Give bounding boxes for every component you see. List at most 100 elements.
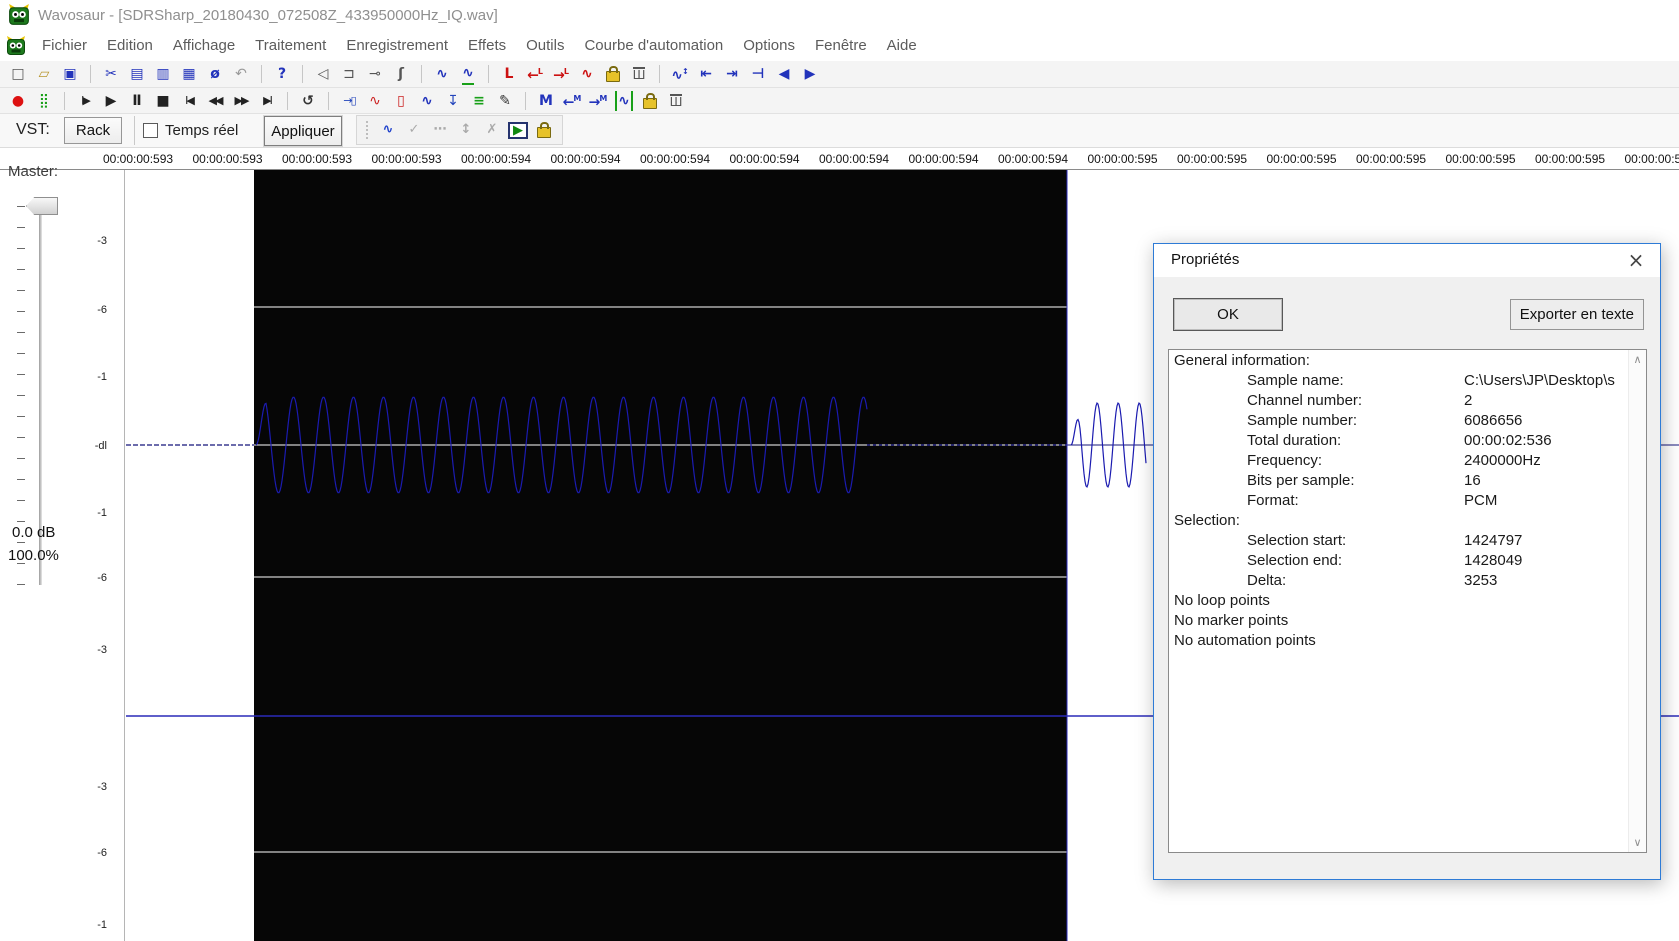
menu-bar: Fichier Edition Affichage Traitement Enregis… [0, 30, 1679, 61]
select-nudge-left-button[interactable]: ⇤ [694, 63, 718, 85]
automation-line-button[interactable]: ⋯ [430, 119, 450, 141]
toolbar-separator [302, 65, 303, 83]
cut-button[interactable]: ✂ [99, 63, 123, 85]
new-file-button[interactable]: □ [6, 63, 30, 85]
menu-item-enregistrement[interactable]: Enregistrement [336, 37, 458, 54]
automation-delete-button[interactable]: ✗ [482, 119, 502, 141]
pencil-edit-button[interactable]: ✎ [493, 90, 517, 112]
delete-markers-button[interactable]: Ш [664, 90, 688, 112]
menu-item-fichier[interactable]: Fichier [32, 37, 97, 54]
go-to-end-icon: ▶I [263, 93, 273, 107]
menu-item-affichage[interactable]: Affichage [163, 37, 245, 54]
master-db-value: 0.0 dB [12, 524, 56, 541]
dialog-title-bar[interactable]: Propriétés × [1154, 244, 1660, 277]
loop-wave-button[interactable]: ∿ [575, 63, 599, 85]
go-next-icon: ▶ [804, 66, 816, 82]
scroll-up-icon[interactable]: ∧ [1629, 351, 1646, 368]
menu-item-outils[interactable]: Outils [516, 37, 574, 54]
automation-apply-button[interactable]: ✓ [404, 119, 424, 141]
routing-a-button[interactable]: ⊐ [337, 63, 361, 85]
batch-list-button[interactable]: ≡ [467, 90, 491, 112]
marker-wave-button[interactable]: ∿ [612, 90, 636, 112]
paste-button[interactable]: ▥ [151, 63, 175, 85]
select-bounds-button[interactable]: ⊣ [746, 63, 770, 85]
lock-automation-button[interactable] [534, 119, 554, 141]
menu-item-traitement[interactable]: Traitement [245, 37, 336, 54]
paste-special-button[interactable]: ▦ [177, 63, 201, 85]
timeline-ruler[interactable]: 00:00:00:593 00:00:00:593 00:00:00:593 00:0… [0, 147, 1679, 170]
fit-wave-icon: ∿ [462, 63, 474, 85]
go-previous-button[interactable]: ◀ [772, 63, 796, 85]
monitor-speaker-button[interactable]: ◁ [311, 63, 335, 85]
automation-play-button[interactable]: ▶ [508, 119, 528, 141]
marker-right-button[interactable]: →M [586, 90, 610, 112]
paste-special-icon: ▦ [182, 66, 196, 82]
menu-item-options[interactable]: Options [733, 37, 805, 54]
lock-markers-button[interactable] [638, 90, 662, 112]
go-to-end-button[interactable]: ▶I [255, 90, 279, 112]
lock-loop-button[interactable] [601, 63, 625, 85]
menu-item-fen-tre[interactable]: Fenêtre [805, 37, 877, 54]
normalize-button[interactable]: ↧ [441, 90, 465, 112]
automation-delete-icon: ✗ [486, 122, 498, 137]
vst-apply-button[interactable]: Appliquer [264, 116, 342, 146]
scroll-down-icon[interactable]: ∨ [1629, 834, 1646, 851]
property-row: Sample name: C:\Users\JP\Desktop\s [1169, 372, 1629, 392]
ruler-label: 00:00:00:595 [1087, 152, 1158, 166]
document-system-menu-icon[interactable] [6, 35, 26, 56]
stop-icon: ■ [156, 92, 170, 109]
rewind-button[interactable]: ◀◀ [203, 90, 227, 112]
property-row: No marker points [1169, 612, 1629, 632]
export-text-button[interactable]: Exporter en texte [1509, 299, 1644, 330]
marker-left-button[interactable]: ←M [560, 90, 584, 112]
pause-button[interactable]: Ⅱ [125, 90, 149, 112]
marker-button[interactable]: M [534, 90, 558, 112]
clear-selection-button[interactable]: ø [203, 63, 227, 85]
zoom-wave-button[interactable]: ∿ [430, 63, 454, 85]
loop-left-button[interactable]: ←L [523, 63, 547, 85]
stop-button[interactable]: ■ [151, 90, 175, 112]
select-fit-vertical-button[interactable]: ∿↕ [668, 63, 692, 85]
menu-item-courbe-d-automation[interactable]: Courbe d'automation [574, 37, 733, 54]
undo-button[interactable]: ↶ [229, 63, 253, 85]
go-next-button[interactable]: ▶ [798, 63, 822, 85]
go-to-start-button[interactable]: I◀ [177, 90, 201, 112]
automation-curve-button[interactable]: ∿ [378, 119, 398, 141]
copy-page-button[interactable]: ▯ [389, 90, 413, 112]
insert-file-button[interactable]: →▯ [337, 90, 361, 112]
scrollbar[interactable]: ∧ ∨ [1628, 350, 1646, 852]
copy-button[interactable]: ▤ [125, 63, 149, 85]
menu-item-edition[interactable]: Edition [97, 37, 163, 54]
select-nudge-right-button[interactable]: ⇥ [720, 63, 744, 85]
save-file-button[interactable]: ▣ [58, 63, 82, 85]
fast-forward-button[interactable]: ▶▶ [229, 90, 253, 112]
realtime-checkbox[interactable] [143, 123, 158, 138]
loop-right-button[interactable]: →L [549, 63, 573, 85]
menu-item-effets[interactable]: Effets [458, 37, 516, 54]
go-previous-icon: ◀ [778, 66, 790, 82]
wavosaur-app-icon[interactable] [8, 4, 30, 26]
vst-rack-button[interactable]: Rack [64, 117, 122, 144]
close-icon[interactable]: × [1623, 246, 1649, 274]
level-meter-button[interactable]: ⣿ [32, 90, 56, 112]
record-button[interactable]: ● [6, 90, 30, 112]
slider-tick [17, 521, 25, 522]
routing-b-button[interactable]: ⊸ [363, 63, 387, 85]
fit-wave-button[interactable]: ∿ [456, 63, 480, 85]
play-from-cursor-button[interactable]: I▶ [73, 90, 97, 112]
play-button[interactable]: ▶ [99, 90, 123, 112]
title-bar: Wavosaur - [SDRSharp_20180430_072508Z_43… [0, 0, 1679, 30]
tools-wrench-button[interactable]: ʃ [389, 63, 413, 85]
loop-point-button[interactable]: L [497, 63, 521, 85]
menu-item-aide[interactable]: Aide [877, 37, 927, 54]
resample-wave-button[interactable]: ∿ [415, 90, 439, 112]
delete-loop-button[interactable]: Ш [627, 63, 651, 85]
selection-region[interactable] [254, 170, 1067, 941]
open-file-button[interactable]: ▱ [32, 63, 56, 85]
automation-scale-button[interactable]: ↕ [456, 119, 476, 141]
slider-tick [17, 416, 25, 417]
help-button[interactable]: ? [270, 63, 294, 85]
ok-button[interactable]: OK [1173, 298, 1283, 331]
loop-playback-button[interactable]: ↺ [296, 90, 320, 112]
statistics-curve-button[interactable]: ∿ [363, 90, 387, 112]
